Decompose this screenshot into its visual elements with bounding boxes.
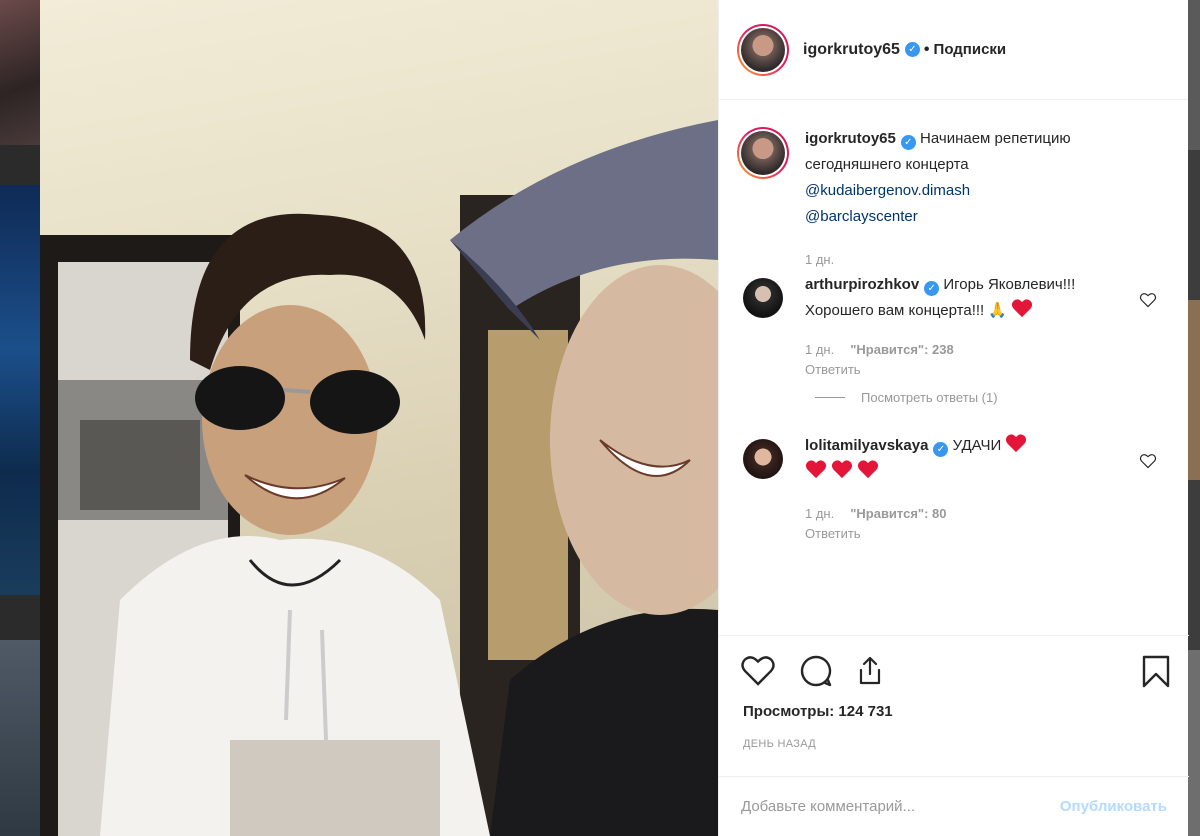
- background-thumbnail: [1188, 650, 1200, 836]
- add-comment-section: Опубликовать: [719, 776, 1189, 836]
- comment-item: lolitamilyavskaya ✓ УДАЧИ 1 дн. "Нравится"…: [737, 434, 1171, 544]
- post-side-panel: igorkrutoy65 ✓ • Подписки igorkrutoy65 ✓ …: [718, 0, 1189, 836]
- red-heart-icon: [832, 460, 853, 479]
- caption-meta: 1 дн.: [805, 250, 1125, 270]
- comment-meta: 1 дн. "Нравится": 238 Ответить: [805, 340, 1125, 380]
- caption-timestamp[interactable]: 1 дн.: [805, 252, 834, 267]
- comment-body: lolitamilyavskaya ✓ УДАЧИ 1 дн. "Нравится"…: [805, 433, 1125, 544]
- background-left-strip: [0, 0, 40, 836]
- bookmark-icon[interactable]: [1139, 654, 1173, 688]
- heart-icon[interactable]: [741, 654, 775, 688]
- background-thumbnail: [1188, 300, 1200, 480]
- author-username[interactable]: igorkrutoy65: [803, 41, 900, 59]
- reply-button[interactable]: Ответить: [805, 362, 861, 377]
- comment-text: УДАЧИ: [952, 437, 1002, 454]
- mention-link[interactable]: @kudaibergenov.dimash: [805, 182, 970, 199]
- comment-body: arthurpirozhkov ✓ Игорь Яковлевич!!! Хоро…: [805, 272, 1125, 380]
- background-thumbnail: [0, 185, 40, 595]
- red-heart-icon: [805, 460, 827, 479]
- comment-item: arthurpirozhkov ✓ Игорь Яковлевич!!! Хоро…: [737, 276, 1171, 380]
- caption-author-avatar[interactable]: [737, 127, 789, 179]
- share-icon[interactable]: [853, 654, 887, 688]
- background-right-strip: [1188, 0, 1200, 836]
- comment-likes[interactable]: "Нравится": 238: [850, 342, 954, 357]
- verified-badge-icon: ✓: [900, 135, 916, 150]
- view-replies-line: [815, 397, 845, 398]
- separator-dot: •: [923, 40, 930, 58]
- folded-hands-emoji: 🙏: [988, 302, 1008, 319]
- background-thumbnail: [1188, 0, 1200, 150]
- caption-body: igorkrutoy65 ✓ Начинаем репетицию сегодня…: [805, 126, 1125, 270]
- verified-badge-icon: ✓: [924, 281, 940, 296]
- comment-input[interactable]: [741, 798, 1060, 815]
- post-date[interactable]: ДЕНЬ НАЗАД: [743, 738, 816, 750]
- red-heart-icon: [1006, 434, 1027, 453]
- author-avatar[interactable]: [737, 23, 789, 76]
- comment-bubble-icon[interactable]: [799, 654, 833, 688]
- background-thumbnail: [0, 0, 40, 145]
- commenter-username[interactable]: lolitamilyavskaya: [805, 437, 928, 454]
- red-heart-icon: [1012, 299, 1033, 318]
- action-bar: [719, 635, 1189, 695]
- comment-like-heart-icon[interactable]: [1139, 292, 1157, 308]
- reply-button[interactable]: Ответить: [805, 526, 861, 541]
- verified-badge-icon: ✓: [933, 442, 949, 457]
- background-thumbnail: [0, 640, 40, 836]
- mention-link[interactable]: @barclayscenter: [805, 208, 918, 225]
- caption: igorkrutoy65 ✓ Начинаем репетицию сегодня…: [737, 127, 1171, 270]
- video-frame-illustration: [40, 120, 718, 836]
- red-heart-icon: [858, 460, 879, 479]
- commenter-avatar[interactable]: [743, 278, 783, 318]
- commenter-avatar[interactable]: [743, 439, 783, 479]
- comment-like-heart-icon[interactable]: [1139, 453, 1157, 469]
- comment-likes[interactable]: "Нравится": 80: [850, 506, 946, 521]
- comment-timestamp[interactable]: 1 дн.: [805, 342, 834, 357]
- verified-badge-icon: ✓: [904, 42, 920, 57]
- comment-timestamp[interactable]: 1 дн.: [805, 506, 834, 521]
- comments-list: igorkrutoy65 ✓ Начинаем репетицию сегодня…: [719, 101, 1189, 635]
- view-replies-toggle[interactable]: Посмотреть ответы (1): [815, 390, 1171, 405]
- follow-status-button[interactable]: Подписки: [934, 41, 1007, 58]
- view-replies-label[interactable]: Посмотреть ответы (1): [861, 390, 998, 405]
- commenter-username[interactable]: arthurpirozhkov: [805, 276, 919, 293]
- view-count[interactable]: Просмотры: 124 731: [743, 703, 893, 720]
- comment-meta: 1 дн. "Нравится": 80 Ответить: [805, 504, 1125, 544]
- publish-button[interactable]: Опубликовать: [1060, 798, 1167, 815]
- post-video[interactable]: [40, 0, 718, 836]
- caption-author[interactable]: igorkrutoy65: [805, 130, 896, 147]
- post-header: igorkrutoy65 ✓ • Подписки: [719, 0, 1188, 100]
